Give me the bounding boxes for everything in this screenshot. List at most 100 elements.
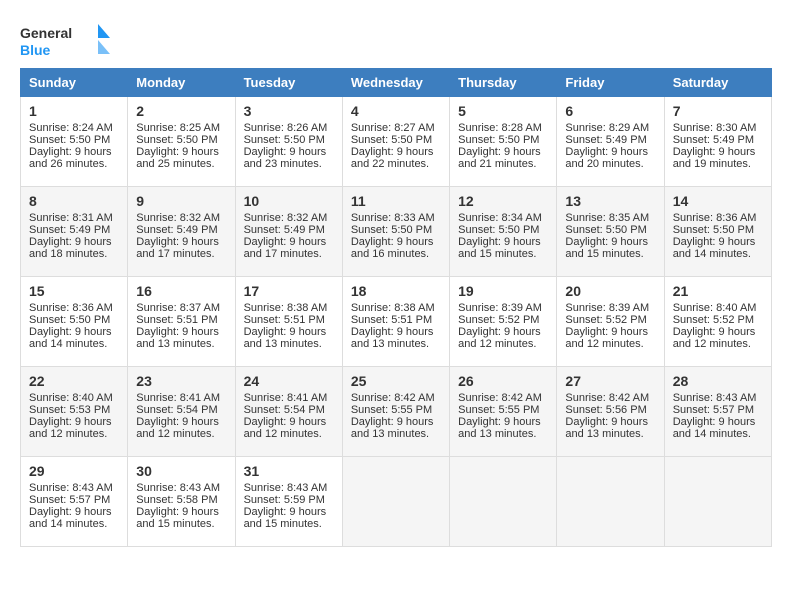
sunset: Sunset: 5:56 PM [565,404,646,416]
calendar-week-row: 15Sunrise: 8:36 AMSunset: 5:50 PMDayligh… [21,277,772,367]
weekday-header-sunday: Sunday [21,69,128,97]
logo-svg: General Blue [20,20,120,60]
calendar-day-cell: 2Sunrise: 8:25 AMSunset: 5:50 PMDaylight… [128,97,235,187]
sunset: Sunset: 5:50 PM [244,134,325,146]
sunset: Sunset: 5:54 PM [244,404,325,416]
sunrise: Sunrise: 8:42 AM [458,392,542,404]
sunset: Sunset: 5:58 PM [136,494,217,506]
calendar-day-cell: 14 Sunrise: 8:36 AMSunset: 5:50 PMDayligh… [664,187,771,277]
daylight: Daylight: 9 hours and 14 minutes. [673,236,756,260]
day-number: 31 [244,463,334,479]
calendar-day-cell [557,457,664,547]
sunset: Sunset: 5:49 PM [565,134,646,146]
calendar-week-row: 1Sunrise: 8:24 AMSunset: 5:50 PMDaylight… [21,97,772,187]
calendar-week-row: 29Sunrise: 8:43 AMSunset: 5:57 PMDayligh… [21,457,772,547]
sunrise: Sunrise: 8:43 AM [136,482,220,494]
calendar-day-cell: 7Sunrise: 8:30 AMSunset: 5:49 PMDaylight… [664,97,771,187]
calendar-day-cell: 3Sunrise: 8:26 AMSunset: 5:50 PMDaylight… [235,97,342,187]
day-number: 6 [565,103,655,119]
calendar-day-cell: 22Sunrise: 8:40 AMSunset: 5:53 PMDayligh… [21,367,128,457]
day-number: 8 [29,193,119,209]
sunset: Sunset: 5:50 PM [351,134,432,146]
daylight: Daylight: 9 hours and 23 minutes. [244,146,327,170]
sunrise: Sunrise: 8:39 AM [565,302,649,314]
day-number: 21 [673,283,763,299]
sunrise: Sunrise: 8:31 AM [29,212,113,224]
calendar-day-cell: 8Sunrise: 8:31 AMSunset: 5:49 PMDaylight… [21,187,128,277]
day-number: 4 [351,103,441,119]
sunset: Sunset: 5:50 PM [458,224,539,236]
day-number: 10 [244,193,334,209]
weekday-header-monday: Monday [128,69,235,97]
day-number: 14 [673,193,763,209]
sunrise: Sunrise: 8:29 AM [565,122,649,134]
daylight: Daylight: 9 hours and 13 minutes. [351,416,434,440]
sunset: Sunset: 5:59 PM [244,494,325,506]
daylight: Daylight: 9 hours and 13 minutes. [244,326,327,350]
sunrise: Sunrise: 8:41 AM [136,392,220,404]
day-number: 7 [673,103,763,119]
calendar-day-cell: 11Sunrise: 8:33 AMSunset: 5:50 PMDayligh… [342,187,449,277]
calendar-day-cell: 24Sunrise: 8:41 AMSunset: 5:54 PMDayligh… [235,367,342,457]
calendar-day-cell: 1Sunrise: 8:24 AMSunset: 5:50 PMDaylight… [21,97,128,187]
calendar-day-cell: 23Sunrise: 8:41 AMSunset: 5:54 PMDayligh… [128,367,235,457]
sunset: Sunset: 5:55 PM [351,404,432,416]
calendar-day-cell: 13Sunrise: 8:35 AMSunset: 5:50 PMDayligh… [557,187,664,277]
calendar-day-cell: 15Sunrise: 8:36 AMSunset: 5:50 PMDayligh… [21,277,128,367]
sunset: Sunset: 5:50 PM [29,314,110,326]
sunrise: Sunrise: 8:43 AM [29,482,113,494]
sunrise: Sunrise: 8:30 AM [673,122,757,134]
daylight: Daylight: 9 hours and 21 minutes. [458,146,541,170]
sunset: Sunset: 5:51 PM [244,314,325,326]
weekday-header-saturday: Saturday [664,69,771,97]
sunrise: Sunrise: 8:32 AM [136,212,220,224]
header: General Blue [20,20,772,60]
calendar-day-cell: 29Sunrise: 8:43 AMSunset: 5:57 PMDayligh… [21,457,128,547]
day-number: 27 [565,373,655,389]
daylight: Daylight: 9 hours and 12 minutes. [136,416,219,440]
sunset: Sunset: 5:50 PM [673,224,754,236]
sunset: Sunset: 5:54 PM [136,404,217,416]
calendar-day-cell [664,457,771,547]
sunrise: Sunrise: 8:41 AM [244,392,328,404]
daylight: Daylight: 9 hours and 12 minutes. [565,326,648,350]
day-number: 20 [565,283,655,299]
day-number: 24 [244,373,334,389]
weekday-header-tuesday: Tuesday [235,69,342,97]
sunrise: Sunrise: 8:42 AM [351,392,435,404]
sunset: Sunset: 5:51 PM [351,314,432,326]
daylight: Daylight: 9 hours and 17 minutes. [244,236,327,260]
calendar-day-cell: 19Sunrise: 8:39 AMSunset: 5:52 PMDayligh… [450,277,557,367]
calendar-day-cell: 27Sunrise: 8:42 AMSunset: 5:56 PMDayligh… [557,367,664,457]
sunrise: Sunrise: 8:25 AM [136,122,220,134]
daylight: Daylight: 9 hours and 20 minutes. [565,146,648,170]
sunset: Sunset: 5:52 PM [458,314,539,326]
sunset: Sunset: 5:50 PM [136,134,217,146]
daylight: Daylight: 9 hours and 17 minutes. [136,236,219,260]
day-number: 22 [29,373,119,389]
sunrise: Sunrise: 8:39 AM [458,302,542,314]
daylight: Daylight: 9 hours and 16 minutes. [351,236,434,260]
sunrise: Sunrise: 8:28 AM [458,122,542,134]
daylight: Daylight: 9 hours and 13 minutes. [565,416,648,440]
day-number: 19 [458,283,548,299]
day-number: 2 [136,103,226,119]
sunrise: Sunrise: 8:36 AM [673,212,757,224]
day-number: 3 [244,103,334,119]
weekday-header-row: SundayMondayTuesdayWednesdayThursdayFrid… [21,69,772,97]
calendar-day-cell: 10Sunrise: 8:32 AMSunset: 5:49 PMDayligh… [235,187,342,277]
svg-text:Blue: Blue [20,42,51,58]
calendar-day-cell: 6 Sunrise: 8:29 AMSunset: 5:49 PMDaylight… [557,97,664,187]
calendar-day-cell: 20 Sunrise: 8:39 AMSunset: 5:52 PMDayligh… [557,277,664,367]
calendar-day-cell: 30Sunrise: 8:43 AMSunset: 5:58 PMDayligh… [128,457,235,547]
calendar-day-cell: 5Sunrise: 8:28 AMSunset: 5:50 PMDaylight… [450,97,557,187]
daylight: Daylight: 9 hours and 15 minutes. [244,506,327,530]
sunset: Sunset: 5:52 PM [565,314,646,326]
sunset: Sunset: 5:49 PM [244,224,325,236]
weekday-header-thursday: Thursday [450,69,557,97]
day-number: 12 [458,193,548,209]
daylight: Daylight: 9 hours and 12 minutes. [29,416,112,440]
day-number: 30 [136,463,226,479]
sunset: Sunset: 5:52 PM [673,314,754,326]
daylight: Daylight: 9 hours and 15 minutes. [565,236,648,260]
